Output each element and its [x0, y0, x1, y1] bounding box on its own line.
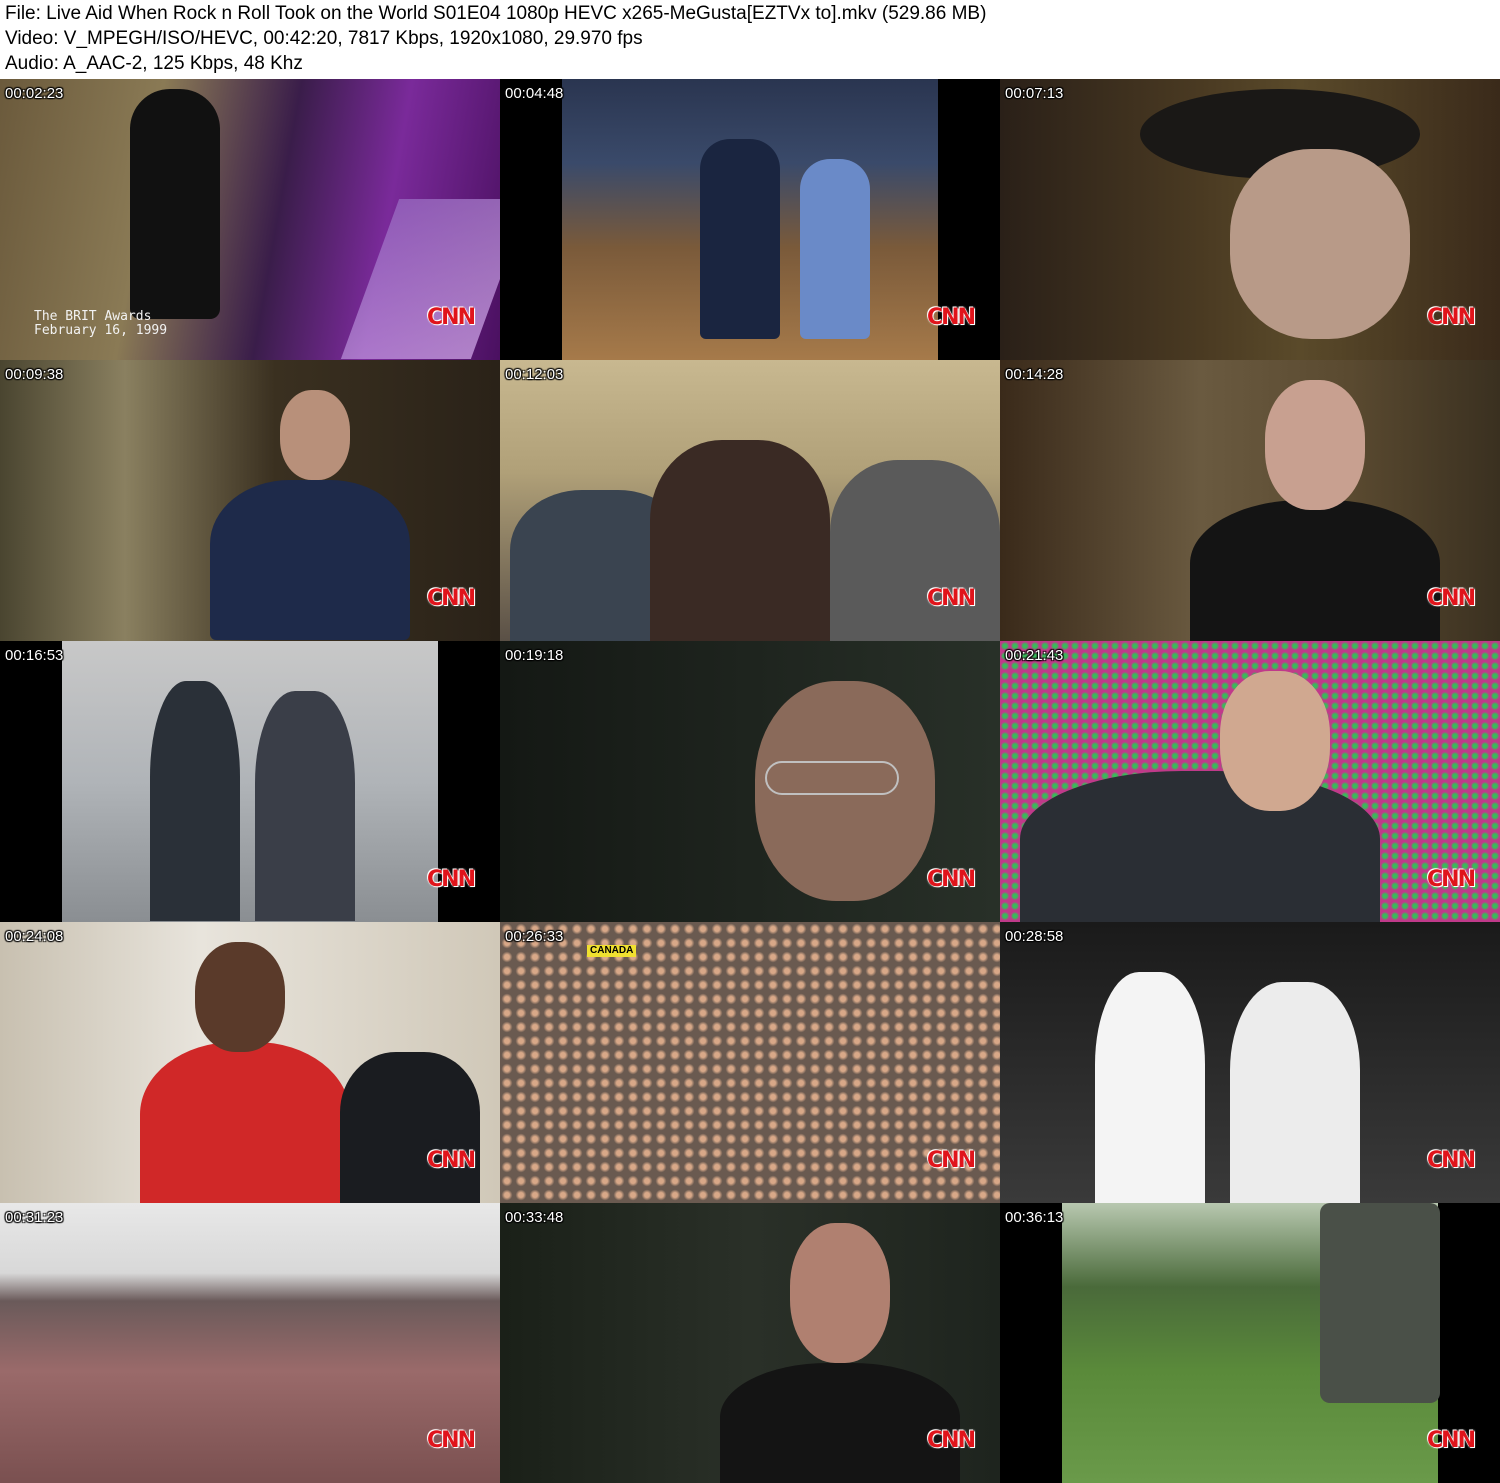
video-thumbnail: 00:07:13 CNN — [1000, 79, 1500, 360]
person-silhouette — [255, 691, 355, 921]
face-shape — [280, 390, 350, 480]
person-silhouette — [1095, 972, 1205, 1203]
timestamp: 00:31:23 — [5, 1209, 64, 1226]
cnn-logo: CNN — [427, 1148, 476, 1173]
video-thumbnail: 00:28:58 CNN — [1000, 922, 1500, 1203]
caption-text: The BRIT Awards February 16, 1999 — [34, 310, 167, 338]
timestamp: 00:09:38 — [5, 366, 64, 383]
video-thumbnail: 00:19:18 CNN — [500, 641, 1000, 922]
frame-image — [62, 641, 438, 922]
video-thumbnail: 00:14:28 CNN — [1000, 360, 1500, 641]
timestamp: 00:24:08 — [5, 928, 64, 945]
caption-line: The BRIT Awards — [34, 309, 152, 324]
shirt-shape — [1020, 771, 1380, 922]
video-thumbnail: 00:21:43 CNN — [1000, 641, 1500, 922]
person-silhouette — [650, 440, 830, 641]
cnn-logo: CNN — [927, 1148, 976, 1173]
video-thumbnail: 00:09:38 CNN — [0, 360, 500, 641]
cnn-logo: CNN — [927, 586, 976, 611]
person-silhouette — [150, 681, 240, 921]
timestamp: 00:19:18 — [505, 647, 564, 664]
face-shape — [1230, 149, 1410, 339]
person-silhouette — [830, 460, 1000, 641]
timestamp: 00:02:23 — [5, 85, 64, 102]
video-thumbnail: 00:36:13 CNN — [1000, 1203, 1500, 1483]
video-thumbnail: CANADA 00:26:33 CNN — [500, 922, 1000, 1203]
shirt-shape — [140, 1042, 350, 1203]
video-thumbnail: 00:04:48 CNN — [500, 79, 1000, 360]
face-shape — [1220, 671, 1330, 811]
face-shape — [195, 942, 285, 1052]
cnn-logo: CNN — [427, 867, 476, 892]
helicopter-shape — [1320, 1203, 1440, 1403]
face-shape — [790, 1223, 890, 1363]
timestamp: 00:26:33 — [505, 928, 564, 945]
person-silhouette — [800, 159, 870, 339]
video-thumbnail: 00:24:08 CNN — [0, 922, 500, 1203]
video-thumbnail: 00:31:23 CNN — [0, 1203, 500, 1483]
jacket-shape — [720, 1363, 960, 1483]
video-thumbnail: 00:12:03 CNN — [500, 360, 1000, 641]
cnn-logo: CNN — [1427, 586, 1476, 611]
cnn-logo: CNN — [427, 586, 476, 611]
sweater-shape — [1190, 500, 1440, 641]
cnn-logo: CNN — [427, 1428, 476, 1453]
timestamp: 00:28:58 — [1005, 928, 1064, 945]
frame-image — [0, 1203, 500, 1483]
suit-shape — [210, 480, 410, 640]
timestamp: 00:04:48 — [505, 85, 564, 102]
glasses-shape — [765, 761, 899, 795]
frame-image — [500, 922, 1000, 1203]
timestamp: 00:33:48 — [505, 1209, 564, 1226]
video-thumbnail: 00:16:53 CNN — [0, 641, 500, 922]
thumbnail-grid: 00:02:23 The BRIT Awards February 16, 19… — [0, 79, 1500, 1483]
video-thumbnail: 00:02:23 The BRIT Awards February 16, 19… — [0, 79, 500, 360]
timestamp: 00:07:13 — [1005, 85, 1064, 102]
person-silhouette — [700, 139, 780, 339]
timestamp: 00:21:43 — [1005, 647, 1064, 664]
cnn-logo: CNN — [927, 305, 976, 330]
performer-silhouette — [130, 89, 220, 319]
cnn-logo: CNN — [927, 867, 976, 892]
timestamp: 00:36:13 — [1005, 1209, 1064, 1226]
timestamp: 00:16:53 — [5, 647, 64, 664]
video-info-line: Video: V_MPEGH/ISO/HEVC, 00:42:20, 7817 … — [5, 28, 643, 49]
video-thumbnail: 00:33:48 CNN — [500, 1203, 1000, 1483]
cnn-logo: CNN — [1427, 867, 1476, 892]
cnn-logo: CNN — [1427, 305, 1476, 330]
cnn-logo: CNN — [927, 1428, 976, 1453]
file-info-line: File: Live Aid When Rock n Roll Took on … — [5, 3, 987, 24]
person-silhouette — [1230, 982, 1360, 1203]
audio-info-line: Audio: A_AAC-2, 125 Kbps, 48 Khz — [5, 53, 303, 74]
caption-line: February 16, 1999 — [34, 323, 168, 338]
file-info-header: File: Live Aid When Rock n Roll Took on … — [0, 0, 1500, 78]
cnn-logo: CNN — [1427, 1428, 1476, 1453]
cnn-logo: CNN — [427, 305, 476, 330]
timestamp: 00:12:03 — [505, 366, 564, 383]
timestamp: 00:14:28 — [1005, 366, 1064, 383]
cnn-logo: CNN — [1427, 1148, 1476, 1173]
country-label: CANADA — [587, 945, 637, 957]
suit-shape — [340, 1052, 480, 1203]
face-shape — [1265, 380, 1365, 510]
